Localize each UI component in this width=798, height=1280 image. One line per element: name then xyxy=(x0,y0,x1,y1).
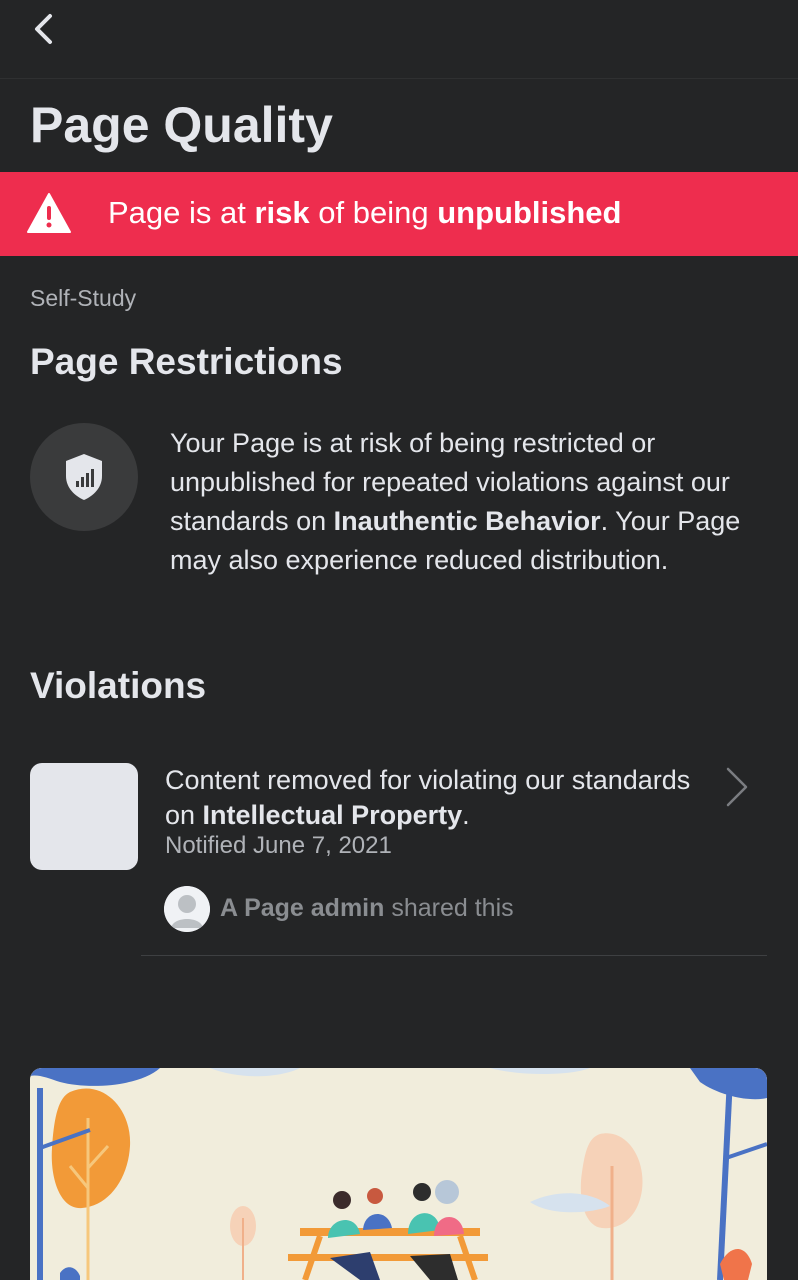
person-icon xyxy=(164,886,210,932)
top-bar xyxy=(0,0,798,79)
illustration-image xyxy=(30,1068,767,1280)
chevron-right-icon[interactable] xyxy=(722,765,752,809)
shield-icon-container xyxy=(30,423,138,531)
warning-icon xyxy=(27,193,71,233)
restrictions-heading: Page Restrictions xyxy=(30,341,343,382)
admin-shared-text: A Page admin shared this xyxy=(220,894,514,922)
picnic-illustration xyxy=(30,1068,767,1280)
violations-heading: Violations xyxy=(30,665,207,706)
violation-description: Content removed for violating our standa… xyxy=(165,765,691,830)
avatar xyxy=(164,886,210,932)
divider xyxy=(141,955,767,956)
notified-date: Notified June 7, 2021 xyxy=(165,832,392,859)
shield-stats-icon xyxy=(66,454,102,500)
risk-alert-banner: Page is at risk of being unpublished xyxy=(0,172,798,256)
page-title: Page Quality xyxy=(30,97,333,153)
violation-thumbnail xyxy=(30,763,138,870)
section-kicker: Self-Study xyxy=(30,285,137,311)
alert-message: Page is at risk of being unpublished xyxy=(108,195,622,230)
restriction-description: Your Page is at risk of being restricted… xyxy=(170,428,741,575)
chevron-left-icon[interactable] xyxy=(26,10,66,50)
